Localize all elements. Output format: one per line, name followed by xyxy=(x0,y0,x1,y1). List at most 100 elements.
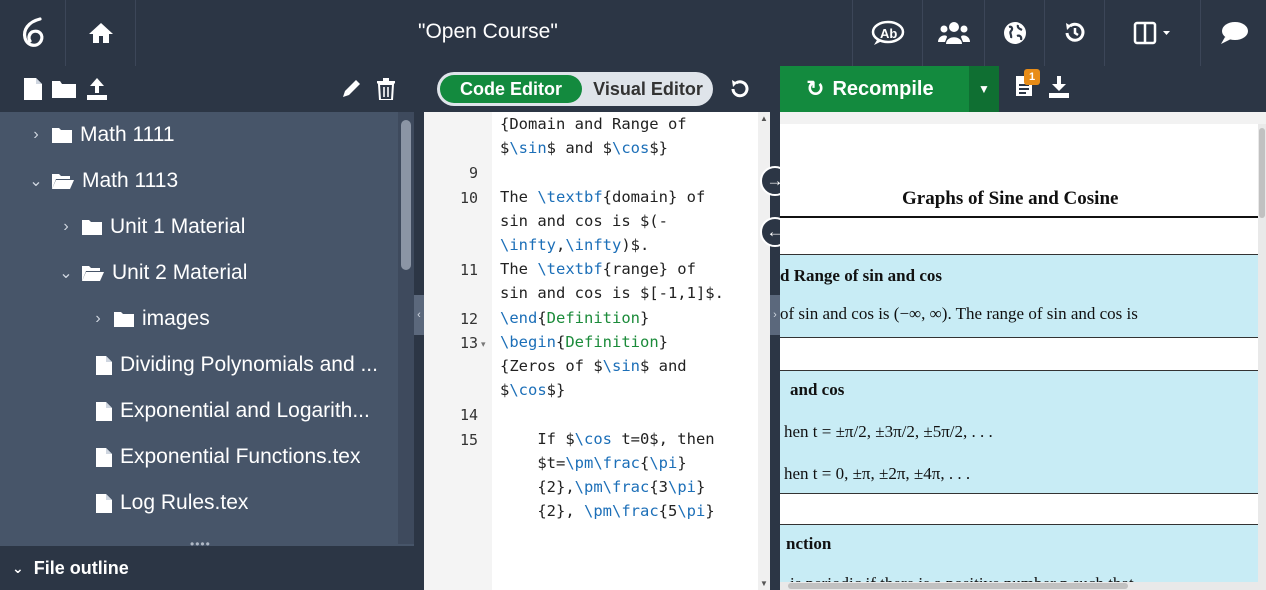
code-line: $\cos$} xyxy=(500,381,566,400)
pdf-horizontal-scrollbar[interactable] xyxy=(780,582,1258,590)
code-line: $\sin$ and $\cos$} xyxy=(500,139,668,158)
folder-icon xyxy=(52,127,72,143)
code-line: The \textbf{range} of xyxy=(500,260,696,279)
overleaf-logo-icon[interactable] xyxy=(0,0,66,66)
pdf-preview[interactable]: Graphs of Sine and Cosine d Range of sin… xyxy=(780,112,1266,590)
code-editor[interactable]: {Domain and Range of $\sin$ and $\cos$} 9 1… xyxy=(424,112,770,590)
chevron-down-icon[interactable]: ⌄ xyxy=(28,171,44,191)
tree-item-label: Exponential Functions.tex xyxy=(120,445,361,468)
file-icon xyxy=(96,401,112,421)
code-line: sin and cos is $(- xyxy=(500,211,668,230)
line-number: 12 xyxy=(459,309,478,328)
recompile-dropdown-button[interactable]: ▼ xyxy=(969,66,999,112)
code-editor-button[interactable]: Code Editor xyxy=(440,75,582,103)
code-line: The \textbf{domain} of xyxy=(500,187,706,206)
code-line: sin and cos is $[-1,1]$. xyxy=(500,284,724,303)
file-outline-toggle[interactable]: ⌄ File outline xyxy=(0,546,414,590)
globe-icon[interactable] xyxy=(984,0,1044,66)
editor-mode-toggle[interactable]: Code Editor Visual Editor xyxy=(437,72,713,106)
tree-folder-unit-1[interactable]: › Unit 1 Material xyxy=(0,204,398,250)
pdf-line: d Range of sin and cos xyxy=(780,266,943,285)
pdf-vertical-scrollbar[interactable] xyxy=(1258,124,1266,590)
chevron-right-icon[interactable]: › xyxy=(58,218,74,236)
folder-open-icon xyxy=(52,173,74,189)
folder-icon xyxy=(114,311,134,327)
pdf-rule xyxy=(780,216,1258,218)
delete-trash-icon[interactable] xyxy=(377,78,395,105)
tree-item-label: images xyxy=(142,307,210,330)
new-file-icon[interactable] xyxy=(24,78,42,105)
share-icon[interactable] xyxy=(922,0,984,66)
pdf-section-title: Graphs of Sine and Cosine xyxy=(902,188,1119,209)
rename-pencil-icon[interactable] xyxy=(340,78,362,105)
layout-icon[interactable] xyxy=(1104,0,1200,66)
line-number: 11 xyxy=(459,261,478,280)
undo-history-icon[interactable] xyxy=(726,75,754,103)
tree-file-log-rules[interactable]: Log Rules.tex xyxy=(0,480,398,526)
file-tree: › Math 1111 ⌄ Math 1113 › Unit 1 Materia… xyxy=(0,112,398,544)
fold-arrow-icon[interactable]: ▾ xyxy=(481,339,486,350)
tree-folder-images[interactable]: › images xyxy=(0,296,398,342)
tree-folder-math-1113[interactable]: ⌄ Math 1113 xyxy=(0,158,398,204)
recompile-button[interactable]: ↻ Recompile xyxy=(780,66,969,112)
editor-toolbar: Code Editor Visual Editor ↻ Recompile ▼ … xyxy=(424,66,1266,112)
refresh-icon: ↻ xyxy=(806,76,825,101)
project-title[interactable]: "Open Course" xyxy=(418,20,558,44)
code-line: $t=\pm\frac{\pi} xyxy=(500,453,687,472)
line-number: 13 xyxy=(459,333,478,352)
tree-item-label: Math 1111 xyxy=(80,123,175,146)
pdf-line: hen t = 0, ±π, ±2π, ±4π, . . . xyxy=(784,464,971,483)
file-icon xyxy=(96,493,112,513)
line-number: 14 xyxy=(459,406,478,425)
tree-file-dividing-polynomials[interactable]: Dividing Polynomials and ... xyxy=(0,342,398,388)
editor-pdf-collapse-handle[interactable]: › xyxy=(770,295,780,335)
pdf-line: and cos xyxy=(790,380,845,399)
new-folder-icon[interactable] xyxy=(52,78,76,103)
folder-open-icon xyxy=(82,265,104,281)
left-panel-collapse-handle[interactable]: ‹ xyxy=(414,295,424,335)
chat-icon[interactable] xyxy=(1200,0,1266,66)
code-line: \begin{Definition} xyxy=(500,332,669,351)
tree-item-label: Unit 1 Material xyxy=(110,215,246,238)
code-line: {2},\pm\frac{3\pi} xyxy=(500,478,706,496)
file-tree-panel: › Math 1111 ⌄ Math 1113 › Unit 1 Materia… xyxy=(0,66,414,590)
tree-item-label: Math 1113 xyxy=(82,169,179,192)
pdf-line: nction xyxy=(786,534,832,553)
recompile-label: Recompile xyxy=(832,77,934,100)
code-line: {2}, \pm\frac{5\pi} xyxy=(500,502,715,521)
file-icon xyxy=(96,355,112,375)
scroll-down-arrow-icon[interactable]: ▼ xyxy=(760,579,768,588)
folder-icon xyxy=(82,219,102,235)
logs-count-badge: 1 xyxy=(1024,69,1040,85)
file-icon xyxy=(96,447,112,467)
review-icon[interactable]: Ab xyxy=(852,0,922,66)
tree-item-label: Log Rules.tex xyxy=(120,491,249,514)
home-icon[interactable] xyxy=(66,0,136,66)
tree-file-exponential-functions[interactable]: Exponential Functions.tex xyxy=(0,434,398,480)
history-icon[interactable] xyxy=(1044,0,1104,66)
chevron-down-icon[interactable]: ⌄ xyxy=(58,263,74,283)
tree-item-label: Dividing Polynomials and ... xyxy=(120,353,378,376)
tree-folder-unit-2[interactable]: ⌄ Unit 2 Material xyxy=(0,250,398,296)
tree-item-label: Unit 2 Material xyxy=(112,261,248,284)
visual-editor-button[interactable]: Visual Editor xyxy=(585,75,711,103)
line-number: 10 xyxy=(459,188,478,207)
scroll-up-arrow-icon[interactable]: ▲ xyxy=(760,114,768,123)
tree-folder-math-1111[interactable]: › Math 1111 xyxy=(0,112,398,158)
code-line: If $\cos t=0$, then xyxy=(500,429,715,448)
svg-text:Ab: Ab xyxy=(880,26,897,41)
tree-file-exponential-logarithmic[interactable]: Exponential and Logarith... xyxy=(0,388,398,434)
pdf-page: Graphs of Sine and Cosine d Range of sin… xyxy=(780,124,1258,590)
chevron-right-icon[interactable]: › xyxy=(28,126,44,144)
line-number: 9 xyxy=(468,164,478,183)
upload-icon[interactable] xyxy=(86,78,108,105)
file-outline-label: File outline xyxy=(33,557,129,578)
download-pdf-icon[interactable] xyxy=(1048,76,1070,103)
line-number: 15 xyxy=(459,430,478,449)
chevron-right-icon[interactable]: › xyxy=(90,310,106,328)
code-line: \infty,\infty)$. xyxy=(500,236,650,254)
code-line: \end{Definition} xyxy=(500,308,650,327)
pdf-line: hen t = ±π/2, ±3π/2, ±5π/2, . . . xyxy=(784,422,993,441)
file-tree-scrollbar[interactable] xyxy=(398,112,414,544)
file-tree-toolbar xyxy=(0,66,414,112)
